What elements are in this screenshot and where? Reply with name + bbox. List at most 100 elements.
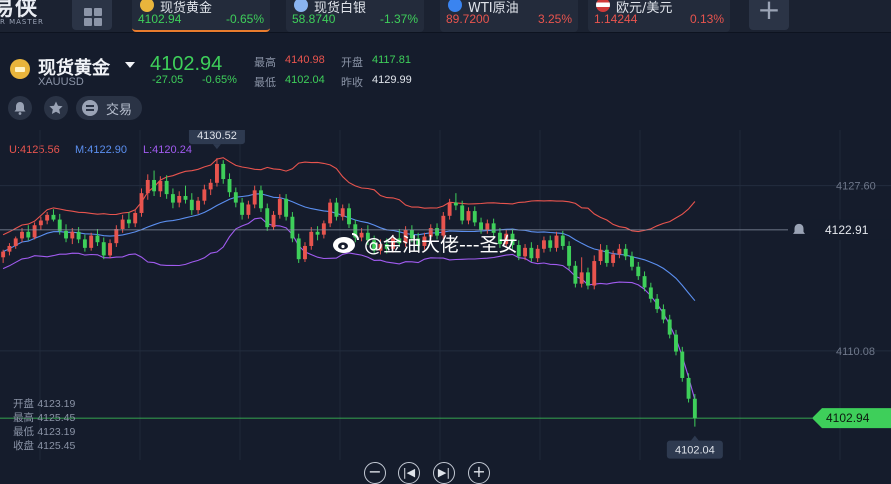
high-value: 4140.98 <box>285 54 325 66</box>
scroll-end-button[interactable]: ▶| <box>433 462 455 484</box>
open-label: 开盘 <box>341 56 363 69</box>
candle-body <box>189 199 194 211</box>
ticker-eurusd[interactable]: 欧元/美元 1.14244 0.13% <box>588 0 730 32</box>
candle-body <box>51 214 56 220</box>
ticker-price: 4102.94 <box>138 12 182 26</box>
candle-body <box>466 211 471 221</box>
candle-body <box>152 179 157 192</box>
grid-icon <box>94 18 102 26</box>
candle-body <box>45 214 50 221</box>
min-annotation-label: 4102.04 <box>675 445 715 457</box>
alert-button[interactable] <box>8 96 32 120</box>
candle-body <box>290 216 295 239</box>
candle-body <box>208 182 213 190</box>
candle-body <box>1 251 6 258</box>
candle-body <box>623 248 628 257</box>
candle-body <box>611 254 616 263</box>
candle-body <box>89 235 94 248</box>
candle-body <box>472 211 477 223</box>
grid-icon <box>84 8 92 16</box>
low-label: 最低 <box>254 76 276 89</box>
candle-body <box>227 179 232 193</box>
ticker-strip: 易侠 R MASTER 现货黄金 4102.94 -0.65% 现货白银 58.… <box>0 0 891 33</box>
candle-body <box>240 202 245 215</box>
ohlc-open: 开盘 4123.19 <box>13 396 75 411</box>
current-price: 4102.94 <box>150 53 223 75</box>
ohlc-open-value: 4123.19 <box>37 398 76 410</box>
candle-body <box>108 243 112 256</box>
zoom-in-button[interactable]: + <box>468 462 490 484</box>
weibo-icon <box>333 233 359 253</box>
candle-body <box>82 239 87 248</box>
last-price-label: 4102.94 <box>826 411 870 425</box>
logo-subtext: R MASTER <box>0 18 44 26</box>
app-logo[interactable]: 易侠 R MASTER <box>0 0 60 32</box>
candle-body <box>284 198 289 217</box>
trade-button[interactable]: 交易 <box>76 96 142 120</box>
candle-body <box>680 351 685 378</box>
add-ticker-button[interactable]: + <box>749 0 789 30</box>
gold-icon <box>10 59 30 79</box>
ticker-price: 89.7200 <box>446 12 490 26</box>
ticker-price: 1.14244 <box>594 12 638 26</box>
candle-body <box>114 229 119 244</box>
low-value: 4102.04 <box>285 74 325 86</box>
candle-body <box>541 240 546 249</box>
change-percent: -0.65% <box>202 74 237 86</box>
ohlc-low: 最低 4123.19 <box>13 424 75 439</box>
star-icon <box>49 101 63 114</box>
bell-icon <box>14 102 26 115</box>
candle-body <box>38 220 43 226</box>
ohlc-low-label: 最低 <box>13 426 34 438</box>
candle-body <box>246 204 251 215</box>
ohlc-high: 最高 4125.45 <box>13 410 75 425</box>
prev-close-value: 4129.99 <box>372 74 412 86</box>
symbol-code: XAUUSD <box>38 76 84 88</box>
gold-icon <box>140 0 154 12</box>
chevron-down-icon[interactable] <box>125 62 135 68</box>
candle-body <box>20 231 24 239</box>
candle-body <box>560 235 565 246</box>
candle-body <box>655 298 660 310</box>
ticker-silver[interactable]: 现货白银 58.8740 -1.37% <box>286 0 424 32</box>
max-annotation-pointer <box>212 144 221 150</box>
zoom-out-button[interactable]: − <box>364 462 386 484</box>
max-annotation-label: 4130.52 <box>197 130 237 142</box>
candle-body <box>271 214 276 228</box>
candle-body <box>296 238 301 260</box>
ticker-gold[interactable]: 现货黄金 4102.94 -0.65% <box>132 0 270 32</box>
scroll-start-button[interactable]: |◀ <box>398 462 420 484</box>
candle-body <box>604 249 609 263</box>
ohlc-high-value: 4125.45 <box>37 412 76 424</box>
change-absolute: -27.05 <box>152 74 184 86</box>
min-annotation-pointer <box>690 435 699 441</box>
candle-body <box>7 245 12 252</box>
high-label: 最高 <box>254 56 276 69</box>
candlestick-chart[interactable]: 4127.60 4110.08 4122.91 4102.94 4130.52 4102.… <box>0 130 891 460</box>
favorite-button[interactable] <box>44 96 68 120</box>
ticker-price: 58.8740 <box>292 12 336 26</box>
candle-body <box>202 189 207 201</box>
grid-menu-button[interactable] <box>72 0 112 30</box>
ticker-change: -1.37% <box>379 12 418 26</box>
candle-body <box>529 247 534 259</box>
ticker-change: 3.25% <box>537 12 572 26</box>
candle-body <box>303 245 307 260</box>
candle-body <box>447 202 452 216</box>
candle-body <box>265 208 270 228</box>
ohlc-close-label: 收盘 <box>13 440 34 452</box>
candle-body <box>340 208 345 217</box>
candle-body <box>177 196 182 203</box>
candle-body <box>479 222 484 230</box>
ohlc-low-value: 4123.19 <box>37 426 76 438</box>
candle-body <box>321 223 326 235</box>
candle-body <box>636 266 641 277</box>
candle-body <box>630 256 634 267</box>
ohlc-close: 收盘 4125.45 <box>13 438 75 453</box>
candle-body <box>233 192 238 203</box>
ticker-change: -0.65% <box>225 12 264 26</box>
candle-body <box>315 231 320 235</box>
y-tick-label: 4110.08 <box>836 346 875 358</box>
candle-body <box>535 248 540 259</box>
ticker-oil[interactable]: WTI原油 89.7200 3.25% <box>440 0 578 32</box>
